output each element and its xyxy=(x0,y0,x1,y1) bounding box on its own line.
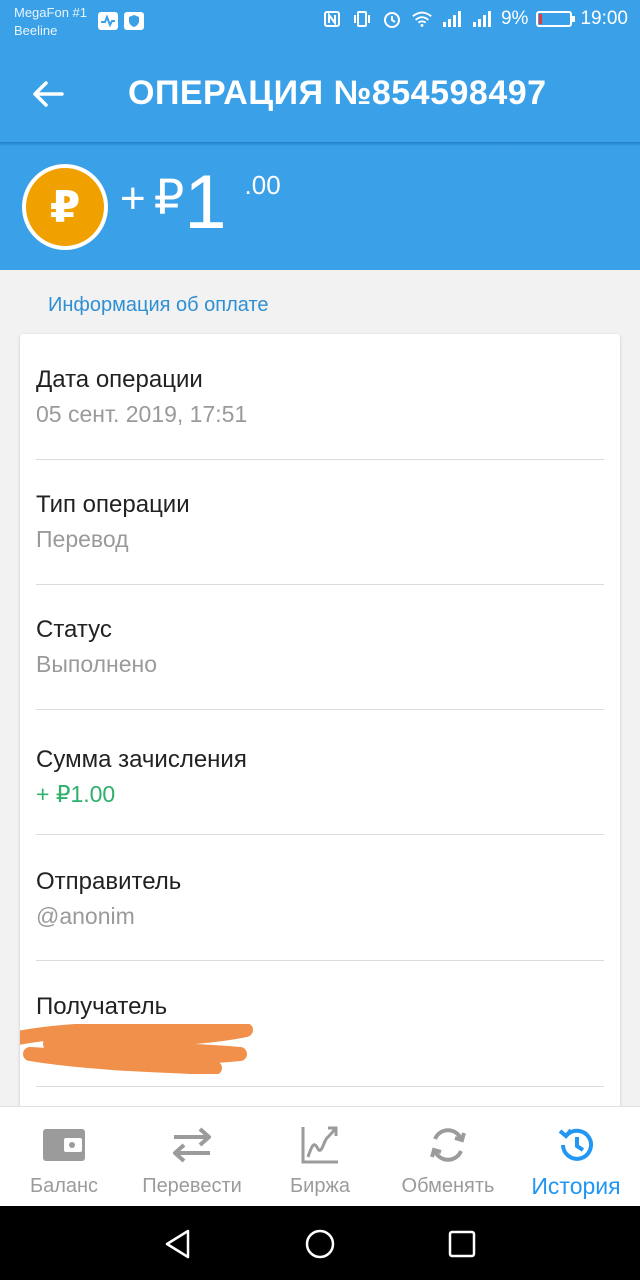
system-home-button[interactable] xyxy=(302,1226,338,1262)
nav-label: Биржа xyxy=(290,1175,350,1197)
battery-icon xyxy=(536,11,576,27)
square-recents-icon xyxy=(448,1230,476,1258)
alarm-icon xyxy=(381,8,403,30)
divider xyxy=(36,834,604,835)
detail-row-sender: Отправитель @anonim xyxy=(36,866,604,932)
nav-label: Обменять xyxy=(401,1175,495,1197)
wifi-icon xyxy=(411,8,433,30)
clock: 19:00 xyxy=(580,8,628,29)
amount-currency: ₽ xyxy=(153,172,185,225)
back-button[interactable] xyxy=(28,74,68,114)
detail-row-credit-amount: Сумма зачисления + ₽1.00 xyxy=(36,744,604,810)
nav-swap[interactable]: Обменять xyxy=(384,1107,512,1206)
nfc-icon xyxy=(321,8,343,30)
vibrate-icon xyxy=(351,8,373,30)
refresh-icon xyxy=(426,1123,470,1167)
amount-decimal: .00 xyxy=(244,170,281,200)
detail-value: + ₽1.00 xyxy=(36,781,116,807)
nav-exchange[interactable]: Биржа xyxy=(256,1107,384,1206)
detail-label: Тип операции xyxy=(36,491,190,518)
nav-label: Баланс xyxy=(29,1175,99,1197)
page-title: ОПЕРАЦИЯ №854598497 xyxy=(128,74,547,112)
detail-row-type: Тип операции Перевод xyxy=(36,489,604,555)
detail-label: Отправитель xyxy=(36,868,182,895)
battery-percent: 9% xyxy=(500,8,529,29)
arrow-left-icon xyxy=(33,81,64,107)
app-bar: ОПЕРАЦИЯ №854598497 xyxy=(0,44,640,142)
ruble-coin-icon: ₽ xyxy=(22,164,108,250)
amount-integer: 1 xyxy=(184,160,227,245)
operation-amount: + ₽ 1 .00 xyxy=(120,160,281,246)
status-bar: MegaFon #1 Beeline 9% 19:00 xyxy=(0,0,640,44)
wallet-icon xyxy=(42,1123,86,1167)
nav-label: Перевести xyxy=(142,1175,242,1197)
history-icon xyxy=(554,1123,598,1167)
signal-icon-2 xyxy=(471,8,493,30)
detail-row-status: Статус Выполнено xyxy=(36,614,604,680)
divider xyxy=(36,459,604,460)
detail-value: Выполнено xyxy=(36,651,158,677)
shield-icon xyxy=(124,12,144,30)
nav-transfer[interactable]: Перевести xyxy=(128,1107,256,1206)
nav-balance[interactable]: Баланс xyxy=(0,1107,128,1206)
divider xyxy=(36,584,604,585)
detail-value: @anonim xyxy=(36,903,135,929)
detail-value: 05 сент. 2019, 17:51 xyxy=(36,401,248,427)
detail-value: Перевод xyxy=(36,526,129,552)
detail-label: Сумма зачисления xyxy=(36,746,247,773)
nav-label: История xyxy=(531,1173,621,1199)
system-back-button[interactable] xyxy=(160,1226,196,1262)
detail-label: Дата операции xyxy=(36,366,203,393)
system-recents-button[interactable] xyxy=(444,1226,480,1262)
carrier-1: MegaFon #1 xyxy=(14,5,87,20)
signal-icon xyxy=(441,8,463,30)
nav-history[interactable]: История xyxy=(512,1107,640,1206)
circle-home-icon xyxy=(305,1229,335,1259)
amount-sign: + xyxy=(120,174,146,223)
detail-label: Статус xyxy=(36,616,112,643)
transfer-icon xyxy=(170,1123,214,1167)
divider xyxy=(36,709,604,710)
details-card: Дата операции 05 сент. 2019, 17:51 Тип о… xyxy=(20,334,620,1114)
divider xyxy=(36,1086,604,1087)
section-title: Информация об оплате xyxy=(48,294,269,316)
chart-icon xyxy=(298,1123,342,1167)
system-navigation-bar xyxy=(0,1206,640,1280)
amount-header: ₽ + ₽ 1 .00 xyxy=(0,146,640,270)
triangle-back-icon xyxy=(165,1229,190,1259)
carrier-2: Beeline xyxy=(14,23,58,38)
redaction-scribble xyxy=(20,1024,253,1074)
detail-row-date: Дата операции 05 сент. 2019, 17:51 xyxy=(36,364,604,430)
bottom-navigation: Баланс Перевести Биржа Обменять История xyxy=(0,1106,640,1206)
detail-label: Получатель xyxy=(36,993,168,1020)
divider xyxy=(36,960,604,961)
health-icon xyxy=(98,12,118,30)
carrier-info: MegaFon #1 Beeline xyxy=(14,4,87,40)
